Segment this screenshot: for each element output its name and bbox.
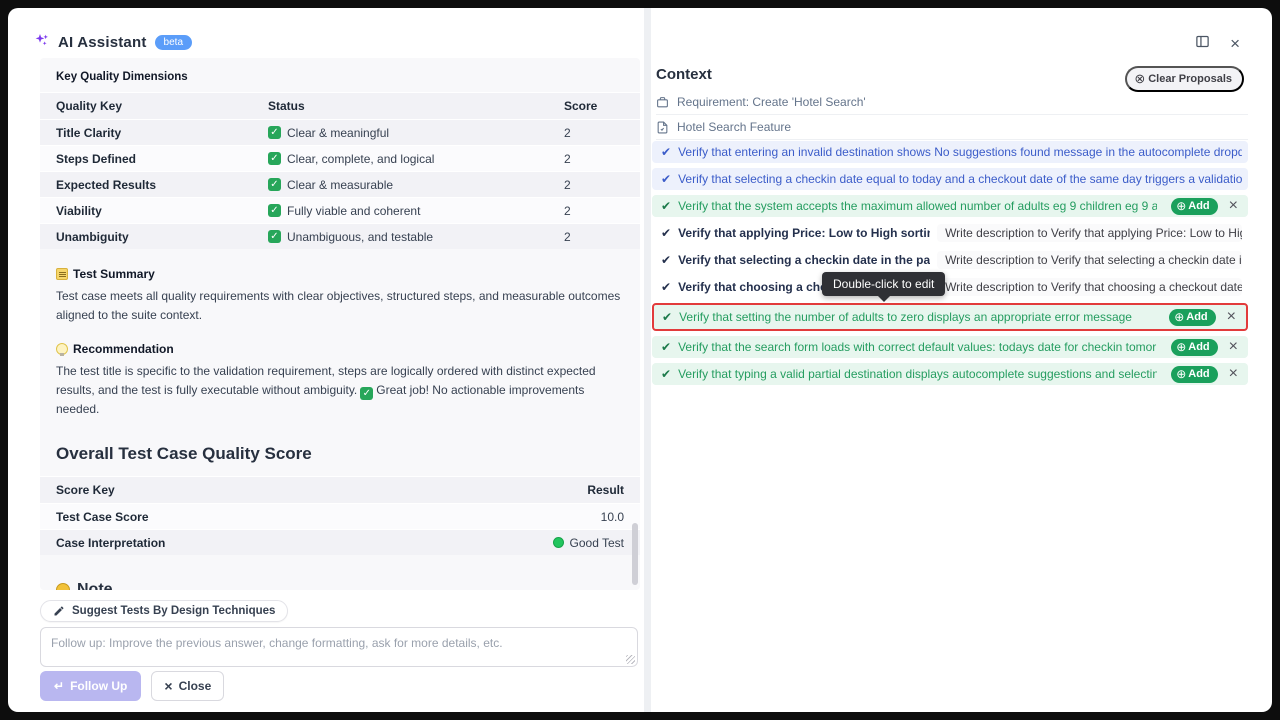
proposal-row[interactable]: ✔ Verify that selecting a checkin date i…: [652, 249, 1248, 271]
table-row: Expected Results ✓Clear & measurable 2: [40, 171, 640, 197]
suggest-tests-button[interactable]: Suggest Tests By Design Techniques: [40, 600, 288, 622]
add-proposal-button[interactable]: ⊕Add: [1171, 339, 1217, 356]
context-item-requirement[interactable]: Requirement: Create 'Hotel Search': [656, 90, 1248, 115]
close-icon: ×: [164, 678, 172, 694]
add-proposal-button[interactable]: ⊕Add: [1171, 198, 1217, 215]
followup-input[interactable]: [40, 627, 638, 667]
table-row: Steps Defined ✓Clear, complete, and logi…: [40, 145, 640, 171]
ai-assistant-window: AI Assistant beta × Key Quality Dimensio…: [8, 8, 1272, 712]
proposal-row[interactable]: ✔ Verify that entering an invalid destin…: [652, 141, 1248, 163]
lightbulb-icon: [56, 343, 68, 355]
add-proposal-button[interactable]: ⊕Add: [1169, 309, 1215, 326]
add-proposal-button[interactable]: ⊕Add: [1171, 366, 1217, 383]
check-mark-icon: ✔: [661, 172, 671, 186]
circled-plus-icon: ⊕: [1176, 367, 1186, 381]
document-icon: [656, 121, 669, 134]
write-description-proposal[interactable]: Write description to Verify that choosin…: [937, 278, 1242, 296]
check-icon: ✓: [268, 230, 281, 243]
check-icon: ✓: [268, 152, 281, 165]
check-icon: ✓: [268, 178, 281, 191]
dismiss-proposal-button[interactable]: ×: [1223, 309, 1240, 325]
quality-table: Quality Key Status Score Title Clarity ✓…: [40, 92, 640, 249]
score-table: Score Key Result Test Case Score 10.0 Ca…: [40, 476, 640, 555]
check-mark-icon: ✔: [661, 280, 671, 294]
overall-score-heading: Overall Test Case Quality Score: [40, 444, 640, 464]
col-quality-key: Quality Key: [56, 99, 268, 113]
note-icon: [56, 583, 70, 590]
dismiss-proposal-button[interactable]: ×: [1225, 366, 1242, 382]
side-panel-toggle-icon[interactable]: [1195, 34, 1210, 54]
table-row: Test Case Score 10.0: [40, 503, 640, 529]
return-icon: ↵: [54, 679, 64, 693]
circled-plus-icon: ⊕: [1176, 340, 1186, 354]
proposal-row[interactable]: ✔ Verify that the search form loads with…: [652, 336, 1248, 358]
check-mark-icon: ✔: [661, 145, 671, 159]
quality-report-panel: Key Quality Dimensions Quality Key Statu…: [40, 58, 640, 590]
circled-x-icon: ⊗: [1134, 71, 1145, 87]
table-row: Title Clarity ✓Clear & meaningful 2: [40, 119, 640, 145]
check-icon: ✓: [360, 387, 373, 400]
proposal-row[interactable]: ✔ Verify that typing a valid partial des…: [652, 363, 1248, 385]
close-panel-icon[interactable]: ×: [1230, 34, 1240, 54]
left-panel-scrollbar[interactable]: [632, 523, 638, 585]
beta-badge: beta: [155, 35, 192, 50]
textarea-resize-handle[interactable]: [626, 655, 635, 664]
circled-plus-icon: ⊕: [1176, 199, 1186, 213]
table-row: Unambiguity ✓Unambiguous, and testable 2: [40, 223, 640, 249]
clear-proposals-button[interactable]: ⊗ Clear Proposals: [1125, 66, 1244, 92]
test-summary-text: Test case meets all quality requirements…: [56, 287, 622, 324]
memo-icon: [56, 268, 68, 280]
write-description-proposal[interactable]: Write description to Verify that selecti…: [937, 251, 1242, 269]
check-mark-icon: ✔: [661, 199, 671, 213]
test-case-score-value: 10.0: [601, 510, 624, 524]
quality-section-title: Key Quality Dimensions: [40, 58, 640, 92]
write-description-proposal[interactable]: Write description to Verify that applyin…: [937, 224, 1242, 242]
check-mark-icon: ✔: [661, 253, 671, 267]
sparkles-icon: [34, 32, 50, 53]
proposal-row[interactable]: ✔ Verify that applying Price: Low to Hig…: [652, 222, 1248, 244]
circled-plus-icon: ⊕: [1174, 310, 1184, 324]
recommendation-text: The test title is specific to the valida…: [56, 362, 622, 418]
context-item-feature[interactable]: Hotel Search Feature: [656, 115, 1248, 140]
col-score: Score: [564, 99, 624, 113]
context-title: Context: [656, 66, 712, 83]
check-icon: ✓: [268, 204, 281, 217]
proposal-row-highlighted[interactable]: ✔ Verify that setting the number of adul…: [652, 303, 1248, 331]
app-title: AI Assistant: [58, 34, 147, 51]
recommendation-heading: Recommendation: [56, 342, 624, 356]
quality-table-header: Quality Key Status Score: [40, 92, 640, 119]
followup-button[interactable]: ↵ Follow Up: [40, 671, 141, 701]
proposal-row[interactable]: ✔ Verify that selecting a checkin date e…: [652, 168, 1248, 190]
note-heading: Note: [40, 581, 640, 590]
dismiss-proposal-button[interactable]: ×: [1225, 339, 1242, 355]
check-mark-icon: ✔: [662, 310, 672, 324]
check-mark-icon: ✔: [661, 367, 671, 381]
test-summary-heading: Test Summary: [56, 267, 624, 281]
close-button[interactable]: × Close: [151, 671, 224, 701]
col-status: Status: [268, 99, 564, 113]
panel-divider: [644, 8, 651, 712]
double-click-tooltip: Double-click to edit: [822, 272, 945, 296]
table-row: Viability ✓Fully viable and coherent 2: [40, 197, 640, 223]
green-dot-icon: [553, 537, 564, 548]
case-interpretation-value: Good Test: [553, 536, 624, 550]
proposal-row[interactable]: ✔ Verify that the system accepts the max…: [652, 195, 1248, 217]
dismiss-proposal-button[interactable]: ×: [1225, 198, 1242, 214]
briefcase-icon: [656, 96, 669, 109]
proposal-row[interactable]: ✔ Verify that choosing a check Write des…: [652, 276, 1248, 298]
pencil-icon: [53, 605, 65, 617]
check-icon: ✓: [268, 126, 281, 139]
table-row: Case Interpretation Good Test: [40, 529, 640, 555]
check-mark-icon: ✔: [661, 340, 671, 354]
check-mark-icon: ✔: [661, 226, 671, 240]
proposal-list: ✔ Verify that entering an invalid destin…: [652, 141, 1248, 390]
score-table-header: Score Key Result: [40, 476, 640, 503]
app-header: AI Assistant beta: [34, 32, 192, 53]
